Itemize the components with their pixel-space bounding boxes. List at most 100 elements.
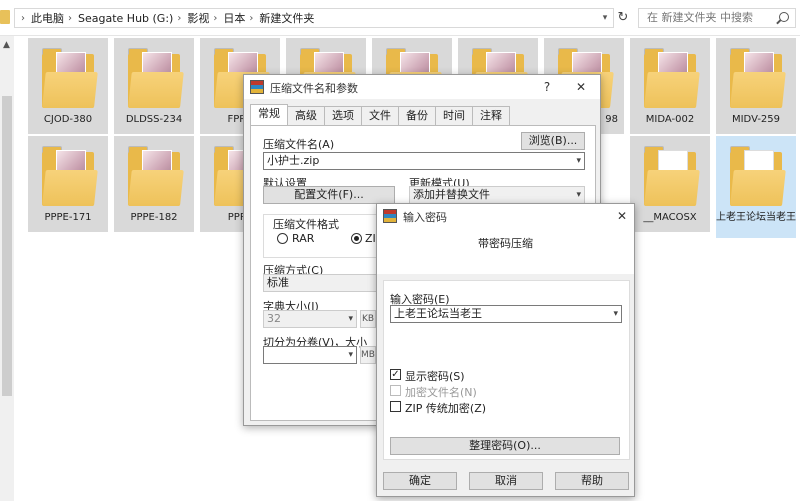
method-select[interactable]: 标准	[263, 274, 383, 292]
chevron-right-icon: ›	[21, 12, 25, 24]
breadcrumb-movies[interactable]: 影视	[187, 10, 209, 26]
folder-tile[interactable]: MIDA-002	[630, 38, 710, 134]
dict-size-select[interactable]: 32 ▾	[263, 310, 357, 328]
tab-options[interactable]: 选项	[324, 106, 362, 126]
encrypt-names-checkbox[interactable]	[390, 385, 401, 396]
tab-backup[interactable]: 备份	[398, 106, 436, 126]
winrar-icon	[250, 80, 264, 94]
chevron-down-icon[interactable]: ▾	[613, 306, 618, 322]
folder-icon	[730, 48, 786, 108]
folder-label: PPPE-182	[130, 212, 178, 223]
chevron-right-icon: ›	[177, 12, 182, 24]
chevron-down-icon[interactable]: ▾	[576, 153, 581, 169]
folder-tile[interactable]: PPPE-182	[114, 136, 194, 232]
show-password-checkbox[interactable]: ✓	[390, 369, 401, 380]
profiles-button[interactable]: 配置文件(F)...	[263, 186, 395, 204]
organize-passwords-button[interactable]: 整理密码(O)...	[390, 437, 620, 455]
format-zip-radio[interactable]	[351, 233, 362, 244]
dict-size-value: 32	[267, 312, 281, 325]
zip-legacy-checkbox[interactable]	[390, 401, 401, 412]
folder-tile[interactable]: MIDV-259	[716, 38, 796, 134]
format-label: 压缩文件格式	[271, 216, 341, 232]
folder-icon	[644, 48, 700, 108]
folder-label: MIDA-002	[645, 114, 695, 125]
search-input[interactable]: 在 新建文件夹 中搜索	[638, 8, 796, 28]
chevron-down-icon[interactable]: ▾	[598, 8, 612, 28]
breadcrumb-this-pc[interactable]: 此电脑	[31, 10, 64, 26]
tab-time[interactable]: 时间	[435, 106, 473, 126]
archive-name-label: 压缩文件名(A)	[263, 138, 335, 151]
chevron-right-icon: ›	[249, 12, 254, 24]
tab-advanced[interactable]: 高级	[287, 106, 325, 126]
update-mode-value: 添加并替换文件	[413, 188, 490, 201]
folder-icon	[128, 48, 184, 108]
help-button[interactable]: 帮助	[555, 472, 629, 490]
vertical-scrollbar[interactable]: ▲	[0, 36, 14, 501]
folder-icon	[42, 146, 98, 206]
password-dialog: 输入密码 ✕ 带密码压缩 输入密码(E) 上老王论坛当老王 ▾ ✓ 显示密码(S…	[376, 203, 635, 497]
password-heading: 带密码压缩	[377, 228, 634, 274]
search-icon	[779, 12, 789, 22]
breadcrumb-drive[interactable]: Seagate Hub (G:)	[78, 12, 173, 25]
chevron-down-icon[interactable]: ▾	[348, 347, 353, 363]
folder-tile[interactable]: CJOD-380	[28, 38, 108, 134]
password-panel: 输入密码(E) 上老王论坛当老王 ▾ ✓ 显示密码(S) 加密文件名(N) ZI…	[383, 280, 630, 460]
folder-label: MIDV-259	[731, 114, 781, 125]
folder-label: 上老王论坛当老王	[716, 212, 796, 223]
dict-unit-label: KB	[360, 310, 376, 328]
help-icon[interactable]: ?	[536, 78, 558, 96]
split-volume-input[interactable]: ▾	[263, 346, 357, 364]
chevron-down-icon[interactable]: ▾	[348, 311, 353, 327]
breadcrumb[interactable]: › 此电脑 › Seagate Hub (G:) › 影视 › 日本 › 新建文…	[14, 8, 614, 28]
folder-tile[interactable]: PPPE-171	[28, 136, 108, 232]
folder-icon	[644, 146, 700, 206]
tab-files[interactable]: 文件	[361, 106, 399, 126]
tab-bar: 常规 高级 选项 文件 备份 时间 注释	[250, 104, 510, 126]
folder-icon	[42, 48, 98, 108]
dialog-titlebar: 输入密码 ✕	[377, 204, 634, 228]
archive-name-value: 小护士.zip	[267, 154, 320, 167]
split-unit-label: MB	[360, 346, 376, 364]
folder-tile-selected[interactable]: 上老王论坛当老王	[716, 136, 796, 238]
scrollbar-thumb[interactable]	[2, 96, 12, 396]
folder-label: __MACOSX	[643, 212, 697, 223]
address-bar: › 此电脑 › Seagate Hub (G:) › 影视 › 日本 › 新建文…	[0, 0, 800, 36]
breadcrumb-japan[interactable]: 日本	[223, 10, 245, 26]
browse-button[interactable]: 浏览(B)...	[521, 132, 585, 150]
folder-tile[interactable]: DLDSS-234	[114, 38, 194, 134]
cancel-button[interactable]: 取消	[469, 472, 543, 490]
breadcrumb-new-folder[interactable]: 新建文件夹	[259, 10, 314, 26]
refresh-icon[interactable]: ↻	[614, 8, 632, 28]
password-value: 上老王论坛当老王	[394, 307, 482, 320]
chevron-down-icon[interactable]: ▾	[576, 187, 581, 203]
dialog-title: 压缩文件名和参数	[270, 82, 358, 95]
chevron-right-icon: ›	[68, 12, 72, 24]
folder-label: PPPE-171	[44, 212, 92, 223]
winrar-icon	[383, 209, 397, 223]
folder-icon	[128, 146, 184, 206]
folder-icon	[730, 146, 786, 206]
zip-legacy-label: ZIP 传统加密(Z)	[405, 402, 487, 415]
format-rar-label: RAR	[292, 232, 315, 245]
archive-name-input[interactable]: 小护士.zip ▾	[263, 152, 585, 170]
folder-icon	[0, 10, 10, 24]
ok-button[interactable]: 确定	[383, 472, 457, 490]
chevron-right-icon: ›	[213, 12, 218, 24]
folder-label: CJOD-380	[43, 114, 93, 125]
tab-comment[interactable]: 注释	[472, 106, 510, 126]
update-mode-select[interactable]: 添加并替换文件 ▾	[409, 186, 585, 204]
encrypt-names-label: 加密文件名(N)	[405, 386, 477, 399]
close-icon[interactable]: ✕	[570, 78, 592, 96]
folder-tile[interactable]: __MACOSX	[630, 136, 710, 232]
close-icon[interactable]: ✕	[611, 207, 633, 225]
folder-label: DLDSS-234	[125, 114, 183, 125]
tab-general[interactable]: 常规	[250, 104, 288, 126]
password-input[interactable]: 上老王论坛当老王 ▾	[390, 305, 622, 323]
chevron-up-icon[interactable]: ▲	[3, 40, 10, 50]
format-rar-radio[interactable]	[277, 233, 288, 244]
show-password-label: 显示密码(S)	[405, 370, 465, 383]
dialog-title: 输入密码	[403, 211, 447, 224]
method-value: 标准	[267, 276, 289, 289]
dialog-titlebar: 压缩文件名和参数 ? ✕	[244, 75, 600, 99]
search-placeholder: 在 新建文件夹 中搜索	[647, 11, 753, 24]
